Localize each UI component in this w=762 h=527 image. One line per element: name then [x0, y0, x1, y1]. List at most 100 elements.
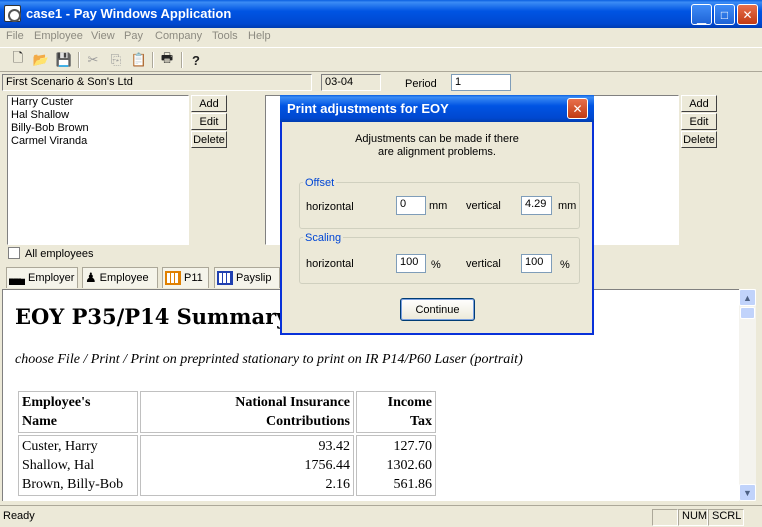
print-adjustments-dialog: Print adjustments for EOY ✕ Adjustments … [280, 95, 594, 335]
delete-employee-button[interactable]: Delete [191, 131, 227, 148]
list-item[interactable]: Carmel Viranda [8, 135, 188, 148]
close-icon: ✕ [572, 101, 583, 116]
table-cell: 93.42 1756.44 2.16 [140, 435, 354, 496]
minimize-button[interactable]: ▁ [691, 4, 712, 25]
employee-list[interactable]: Harry Custer Hal Shallow Billy-Bob Brown… [7, 95, 189, 245]
list-item[interactable]: Hal Shallow [8, 109, 188, 122]
dialog-close-button[interactable]: ✕ [567, 98, 588, 119]
app-icon [4, 5, 21, 22]
num-lock-indicator: NUM [678, 509, 708, 526]
dialog-title: Print adjustments for EOY [287, 101, 449, 116]
new-icon[interactable]: 🗋 [9, 50, 27, 69]
table-icon [165, 271, 181, 285]
all-employees-checkbox[interactable] [8, 247, 20, 259]
continue-button[interactable]: Continue [400, 298, 475, 321]
menu-company[interactable]: Company [155, 30, 202, 42]
status-bar: Ready NUM SCRL [0, 505, 762, 527]
tab-p11[interactable]: P11 [162, 267, 209, 288]
offset-horizontal-unit: mm [429, 200, 448, 212]
person-icon: ♟ [85, 270, 97, 285]
maximize-icon: □ [720, 7, 729, 22]
menu-file[interactable]: File [6, 30, 24, 42]
edit-employee-button[interactable]: Edit [191, 113, 227, 130]
toolbar-separator [78, 52, 80, 68]
list-item[interactable]: Billy-Bob Brown [8, 122, 188, 135]
message-line: are alignment problems. [377, 146, 496, 158]
company-name-field: First Scenario & Son's Ltd [2, 74, 312, 91]
cut-icon[interactable]: ✂ [84, 51, 102, 69]
dialog-title-bar: Print adjustments for EOY ✕ [280, 95, 594, 122]
chevron-up-icon: ▲ [743, 292, 752, 303]
scaling-horizontal-label: horizontal [306, 258, 354, 270]
add-item-button[interactable]: Add [681, 95, 717, 112]
close-button[interactable]: ✕ [737, 4, 758, 25]
tab-payslip[interactable]: Payslip [214, 267, 280, 288]
column-header: Income Tax [356, 391, 436, 433]
scroll-up-button[interactable]: ▲ [739, 289, 756, 306]
table-cell: 127.70 1302.60 561.86 [356, 435, 436, 496]
scaling-horizontal-input[interactable]: 100 [396, 254, 426, 273]
all-employees-label: All employees [25, 248, 94, 260]
scaling-horizontal-unit: % [431, 259, 441, 271]
dialog-message: Adjustments can be made if there are ali… [282, 133, 592, 159]
close-icon: ✕ [742, 7, 753, 22]
help-icon[interactable]: ? [187, 51, 205, 69]
scroll-thumb[interactable] [740, 307, 755, 319]
table-row: Custer, Harry Shallow, Hal Brown, Billy-Bo… [18, 435, 436, 496]
copy-icon[interactable]: ⎘ [107, 51, 125, 69]
status-panel [652, 509, 678, 526]
delete-item-button[interactable]: Delete [681, 131, 717, 148]
column-header: Employee's Name [18, 391, 138, 433]
payslip-icon [217, 271, 233, 285]
scaling-vertical-input[interactable]: 100 [521, 254, 552, 273]
offset-vertical-label: vertical [466, 200, 501, 212]
paste-icon[interactable]: 📋 [130, 51, 148, 69]
chevron-down-icon: ▼ [743, 487, 752, 498]
minimize-icon: ▁ [696, 11, 707, 25]
toolbar-separator [181, 52, 183, 68]
summary-table: Employee's Name National Insurance Contrib… [16, 389, 438, 498]
factory-icon [9, 271, 25, 285]
tab-employee-label: Employee [99, 272, 149, 284]
message-line: Adjustments can be made if there [355, 133, 519, 145]
menu-bar: File Employee View Pay Company Tools Hel… [0, 28, 762, 47]
menu-tools[interactable]: Tools [212, 30, 238, 42]
edit-item-button[interactable]: Edit [681, 113, 717, 130]
period-input[interactable]: 1 [451, 74, 511, 91]
scroll-lock-indicator: SCRL [708, 509, 744, 526]
print-icon[interactable]: 🖶 [158, 50, 176, 69]
scaling-vertical-label: vertical [466, 258, 501, 270]
table-cell: Custer, Harry Shallow, Hal Brown, Billy-Bo… [18, 435, 138, 496]
menu-employee[interactable]: Employee [34, 30, 83, 42]
window-title: case1 - Pay Windows Application [26, 6, 232, 21]
offset-vertical-unit: mm [558, 200, 577, 212]
offset-horizontal-label: horizontal [306, 201, 354, 213]
tab-employer-label: Employer [28, 272, 75, 284]
toolbar-separator [152, 52, 154, 68]
report-title: EOY P35/P14 Summary [15, 304, 289, 329]
status-text: Ready [3, 510, 35, 522]
tab-employee[interactable]: ♟ Employee [82, 267, 158, 288]
offset-label: Offset [303, 177, 337, 189]
add-employee-button[interactable]: Add [191, 95, 227, 112]
menu-view[interactable]: View [91, 30, 115, 42]
menu-help[interactable]: Help [248, 30, 271, 42]
toolbar: 🗋 📂 💾 ✂ ⎘ 📋 🖶 ? [0, 47, 762, 72]
scaling-label: Scaling [303, 232, 344, 244]
scaling-vertical-unit: % [560, 259, 570, 271]
table-header-row: Employee's Name National Insurance Contrib… [18, 391, 436, 433]
scroll-down-button[interactable]: ▼ [739, 484, 756, 501]
report-instructions: choose File / Print / Print on preprinte… [15, 352, 523, 367]
tax-year-field: 03-04 [321, 74, 381, 91]
offset-vertical-input[interactable]: 4.29 [521, 196, 552, 215]
menu-pay[interactable]: Pay [124, 30, 143, 42]
list-item[interactable]: Harry Custer [8, 96, 188, 109]
vertical-scrollbar[interactable]: ▲ ▼ [739, 289, 756, 501]
offset-horizontal-input[interactable]: 0 [396, 196, 426, 215]
period-label: Period [405, 78, 437, 90]
tab-employer[interactable]: Employer [6, 267, 78, 288]
column-header: National Insurance Contributions [140, 391, 354, 433]
maximize-button[interactable]: □ [714, 4, 735, 25]
open-icon[interactable]: 📂 [32, 51, 50, 69]
save-icon[interactable]: 💾 [55, 51, 73, 69]
